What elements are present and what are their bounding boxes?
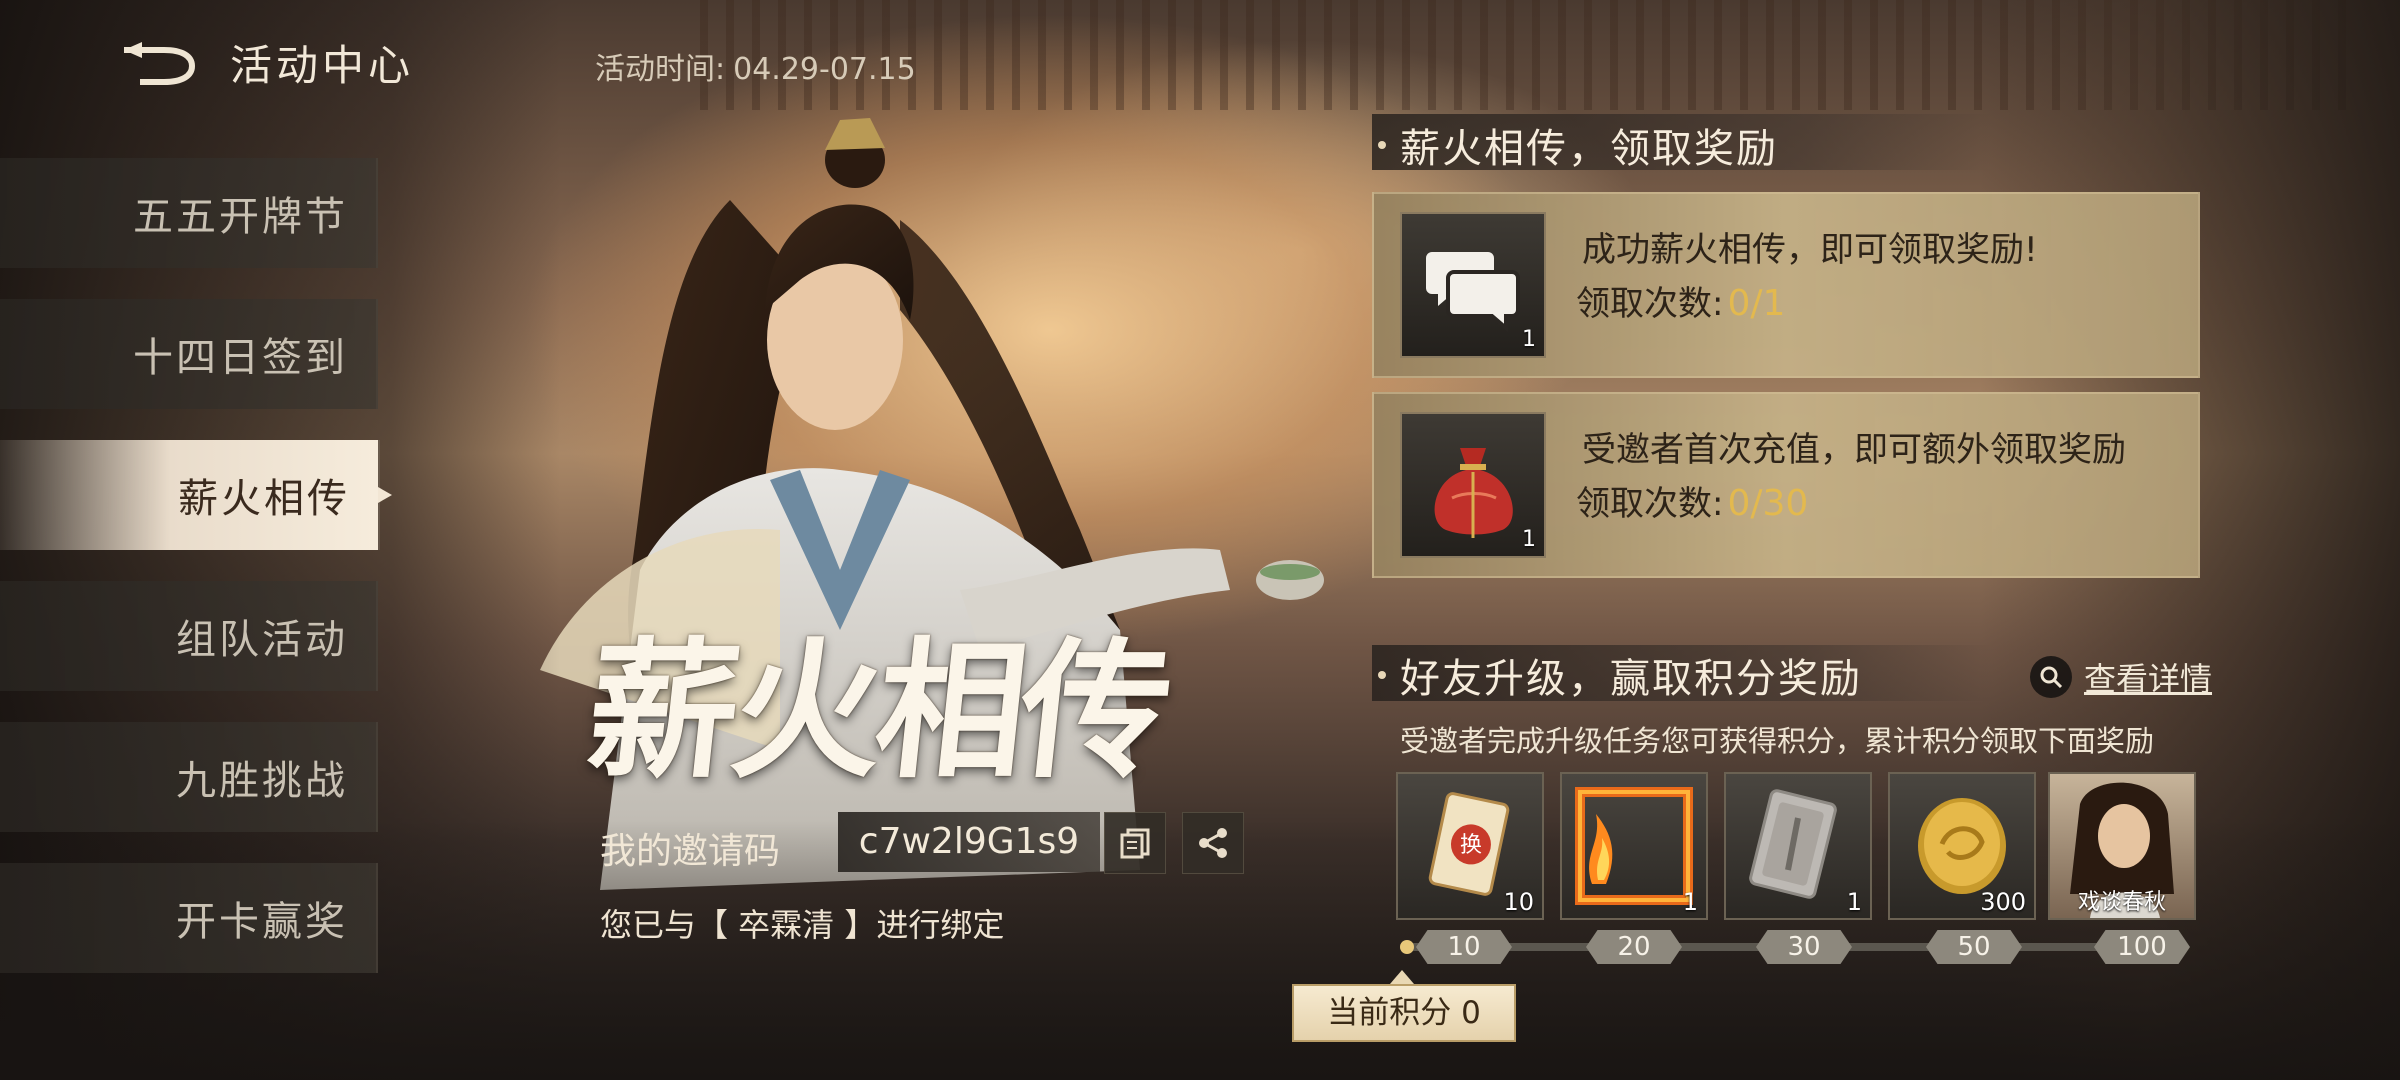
current-score-badge: 当前积分 0 [1292,970,1516,1042]
invite-code-value: c7w2l9G1s9 [838,812,1100,872]
current-score-label: 当前积分 [1327,995,1452,1031]
copy-icon [1120,828,1150,859]
milestone-reward-5[interactable]: 戏谈春秋 [2048,772,2196,920]
reward-label: 戏谈春秋 [2077,890,2166,915]
milestone-marker: 50 [1926,930,2022,964]
share-button[interactable] [1182,812,1244,874]
reward-qty: 1 [1522,527,1536,552]
sidebar-item-team-activity[interactable]: 组队活动 [0,581,378,691]
view-details-link[interactable]: 查看详情 [2030,654,2212,700]
milestone-reward-2[interactable]: 1 [1560,772,1708,920]
milestone-reward-4[interactable]: 300 [1888,772,2036,920]
sidebar-item-14-day-signin[interactable]: 十四日签到 [0,299,378,409]
claim-count-label: 领取次数: [1576,284,1724,324]
page-title: 活动中心 [230,41,415,90]
progress-start-dot [1400,940,1414,954]
reward-qty: 300 [1980,888,2026,916]
section2-title-text: 好友升级，赢取积分奖励 [1400,656,1862,702]
reward-qty: 10 [1503,888,1534,916]
sidebar-item-pass-the-torch[interactable]: 薪火相传 [0,440,392,550]
search-icon [2030,656,2072,698]
milestone-marker: 10 [1416,930,1512,964]
reward-item-slot[interactable]: 1 [1400,412,1546,558]
view-details-text: 查看详情 [2084,660,2213,698]
reward-qty: 1 [1522,327,1536,352]
reward-card-first-recharge: 1 受邀者首次充值，即可额外领取奖励 领取次数: 0/30 [1372,392,2200,578]
claim-count: 领取次数: 0/30 [1576,476,1808,525]
reward-item-slot[interactable]: 1 [1400,212,1546,358]
milestone-marker: 30 [1756,930,1852,964]
section2-title: 好友升级，赢取积分奖励 [1378,646,1862,704]
invite-code-label: 我的邀请码 [600,831,781,872]
reward-qty: 1 [1682,888,1698,916]
reward-card-title: 受邀者首次充值，即可额外领取奖励 [1582,430,2126,470]
milestone-marker: 100 [2094,930,2190,964]
sidebar-item-wuwu-festival[interactable]: 五五开牌节 [0,158,378,268]
milestone-reward-3[interactable]: 1 [1724,772,1872,920]
claim-count-value: 0/30 [1727,483,1809,524]
milestone-marker: 20 [1586,930,1682,964]
svg-text:换: 换 [1460,833,1482,858]
title-dot-icon [1378,141,1386,149]
sidebar-item-nine-wins[interactable]: 九胜挑战 [0,722,378,832]
event-time-label: 活动时间: [595,52,726,87]
claim-count: 领取次数: 0/1 [1576,276,1785,325]
reward-card-pass-torch: 1 成功薪火相传，即可领取奖励! 领取次数: 0/1 [1372,192,2200,378]
milestone-reward-1[interactable]: 换 10 [1396,772,1544,920]
sidebar-item-open-card-prize[interactable]: 开卡赢奖 [0,863,378,973]
section1-title: 薪火相传，领取奖励 [1378,116,1778,174]
section2-description: 受邀者完成升级任务您可获得积分，累计积分领取下面奖励 [1400,724,2155,758]
reward-qty: 1 [1846,888,1862,916]
share-icon [1199,828,1227,858]
event-time-value: 04.29-07.15 [733,52,916,87]
event-time: 活动时间: 04.29-07.15 [595,44,916,88]
binding-status-text: 您已与【 卒霖清 】进行绑定 [600,906,1005,944]
claim-count-value: 0/1 [1727,283,1786,324]
back-arrow-icon[interactable] [120,38,200,88]
copy-button[interactable] [1104,812,1166,874]
title-dot-icon [1378,671,1386,679]
current-score-value: 0 [1461,995,1481,1031]
calligraphy-title: 薪火相传 [579,623,1174,799]
sidebar: 五五开牌节 十四日签到 薪火相传 组队活动 九胜挑战 开卡赢奖 [0,158,392,1004]
claim-count-label: 领取次数: [1576,484,1724,524]
section1-title-text: 薪火相传，领取奖励 [1400,126,1778,172]
reward-card-title: 成功薪火相传，即可领取奖励! [1582,230,2038,270]
